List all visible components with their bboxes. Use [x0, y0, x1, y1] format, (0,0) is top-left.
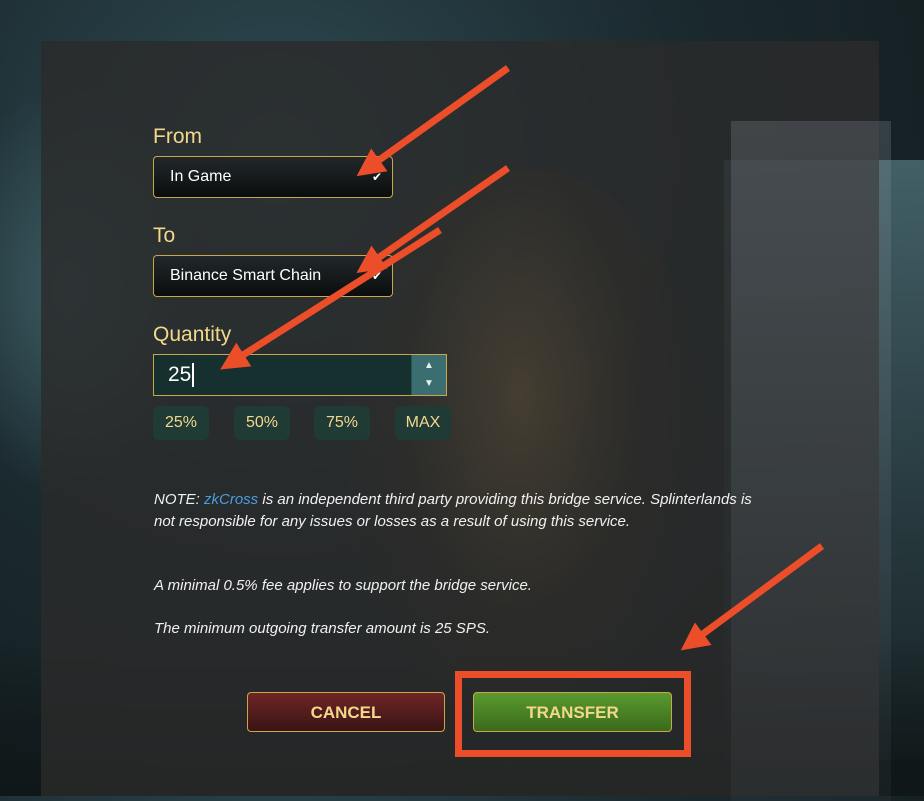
annotation-arrow	[680, 543, 825, 651]
annotation-arrow	[356, 165, 510, 273]
annotation-arrow	[356, 65, 511, 177]
annotation-arrow	[220, 227, 442, 370]
annotation-arrows	[220, 65, 825, 651]
